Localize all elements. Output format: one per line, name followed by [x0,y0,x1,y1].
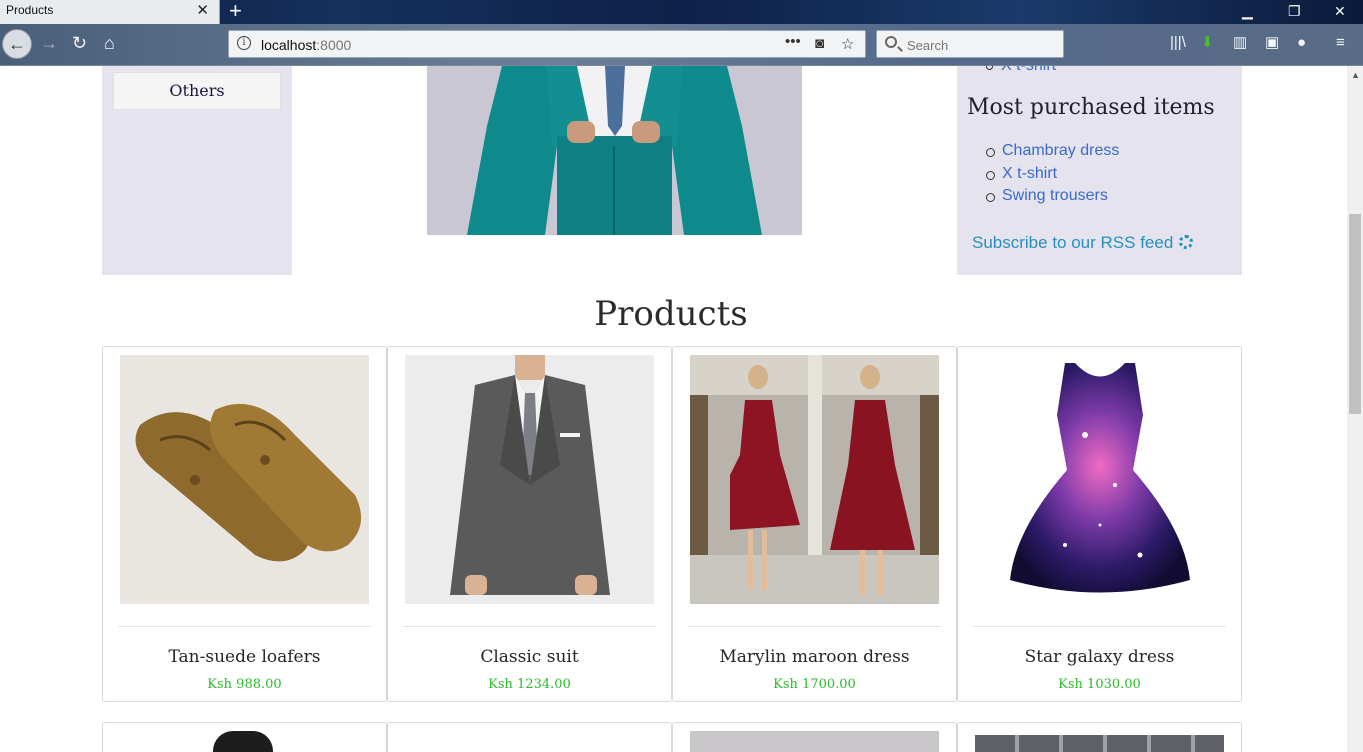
scroll-up-icon[interactable]: ▲ [1351,70,1360,80]
product-card[interactable]: Marylin maroon dress Ksh 1700.00 [672,346,957,702]
most-purchased-list: Chambray dress X t-shirt Swing trousers [986,142,1119,210]
product-name[interactable]: Star galaxy dress [958,647,1241,667]
browser-titlebar: Products ✕ + ▁ ❐ ✕ [0,0,1363,24]
product-image[interactable] [975,735,1224,752]
most-purchased-link[interactable]: Swing trousers [986,187,1119,210]
new-tab-icon[interactable]: + [229,0,242,22]
pocket-icon[interactable]: ◙ [815,35,824,52]
browser-tab[interactable]: Products ✕ [0,0,220,24]
product-price: Ksh 1234.00 [488,677,571,692]
card-divider [973,626,1226,627]
product-name[interactable]: Tan-suede loafers [103,647,386,667]
browser-navbar: ← → ↻ ⌂ i localhost:8000 ••• ◙ ☆ Search … [0,24,1363,66]
hero-image [427,66,802,235]
product-price: Ksh 1030.00 [1058,677,1141,692]
product-card[interactable] [957,722,1242,752]
home-icon[interactable]: ⌂ [104,32,115,54]
product-card[interactable]: Classic suit Ksh 1234.00 [387,346,672,702]
bookmark-star-icon[interactable]: ☆ [841,35,854,53]
library-icon[interactable]: |||\ [1170,34,1186,52]
product-card[interactable]: Star galaxy dress Ksh 1030.00 [957,346,1242,702]
search-placeholder: Search [907,38,949,53]
most-purchased-title: Most purchased items [967,95,1215,120]
forward-icon[interactable]: → [40,32,58,54]
product-price: Ksh 988.00 [207,677,282,692]
category-others-button[interactable]: Others [113,72,281,110]
minimize-icon[interactable]: ▁ [1242,2,1253,20]
url-bar[interactable]: i localhost:8000 ••• ◙ ☆ [228,30,866,58]
product-card[interactable] [387,722,672,752]
most-purchased-sidebar: X t-shirt Most purchased items Chambray … [957,66,1242,275]
reload-icon[interactable]: ↻ [72,32,87,54]
product-image[interactable] [405,355,654,604]
rss-icon [1179,235,1194,249]
product-name[interactable]: Marylin maroon dress [673,647,956,667]
product-card[interactable] [102,722,387,752]
url-text[interactable]: localhost:8000 [261,37,351,53]
info-icon[interactable]: i [237,36,251,50]
most-purchased-partial-link[interactable]: X t-shirt [1001,66,1056,75]
product-image[interactable] [975,355,1224,604]
product-image[interactable] [690,355,939,604]
most-purchased-link[interactable]: Chambray dress [986,142,1119,165]
product-image[interactable] [213,731,273,752]
search-icon [885,36,897,48]
download-icon[interactable]: ⬇ [1201,34,1214,52]
scrollbar-thumb[interactable] [1349,214,1361,414]
product-card[interactable]: Tan-suede loafers Ksh 988.00 [102,346,387,702]
extension-icon[interactable]: ▣ [1265,34,1279,52]
more-actions-icon[interactable]: ••• [785,33,801,50]
search-bar[interactable]: Search [876,30,1064,58]
menu-icon[interactable]: ≡ [1336,34,1345,52]
product-name[interactable]: Classic suit [388,647,671,667]
card-divider [403,626,656,627]
sidebar-toggle-icon[interactable]: ▥ [1233,34,1247,52]
product-price: Ksh 1700.00 [773,677,856,692]
tab-title: Products [6,3,54,17]
restore-icon[interactable]: ❐ [1288,2,1301,20]
page-content: Others X t-shirt Most purchased items Ch… [0,66,1347,752]
addon-icon[interactable]: ● [1297,34,1306,52]
back-icon[interactable]: ← [2,29,32,59]
card-divider [688,626,941,627]
product-image[interactable] [690,731,939,752]
category-sidebar: Others [102,66,292,275]
close-window-icon[interactable]: ✕ [1334,2,1346,20]
product-image[interactable] [120,355,369,604]
close-tab-icon[interactable]: ✕ [196,2,209,20]
most-purchased-link[interactable]: X t-shirt [986,165,1119,188]
page-scrollbar[interactable]: ▲ [1347,66,1363,752]
card-divider [118,626,371,627]
list-bullet [986,66,993,70]
products-heading: Products [594,294,748,334]
product-card[interactable] [672,722,957,752]
rss-subscribe-link[interactable]: Subscribe to our RSS feed [972,233,1194,253]
